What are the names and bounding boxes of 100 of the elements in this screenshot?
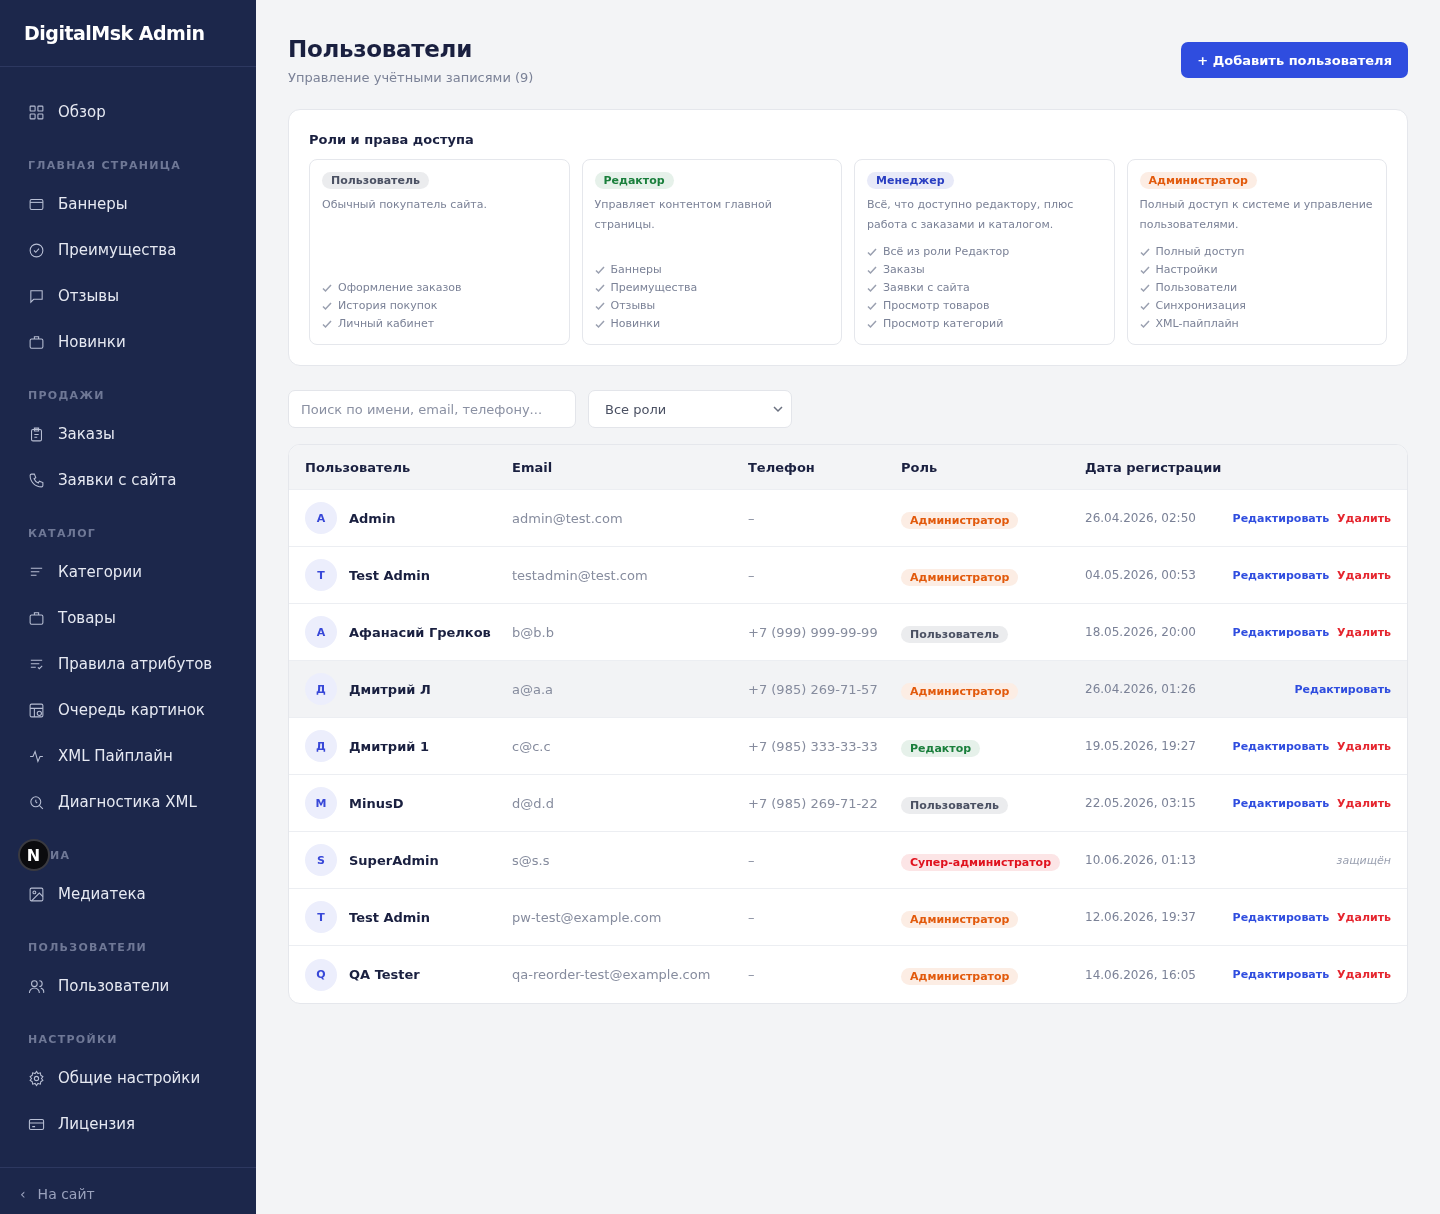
sidebar-item[interactable]: Лицензия: [0, 1101, 256, 1147]
check-icon: [1139, 283, 1150, 293]
phone-cell-text: +7 (985) 333-33-33: [748, 738, 879, 754]
email-cell-text: qa-reorder-test@example.com: [512, 967, 712, 982]
chevron-down-icon: [773, 404, 783, 414]
user-name: Дмитрий Л: [349, 681, 431, 697]
email-cell-text: testadmin@test.com: [512, 567, 649, 583]
delete-link[interactable]: Удалить: [1337, 796, 1391, 810]
protected-label: защищён: [1336, 853, 1391, 867]
sidebar-item[interactable]: Обзор: [0, 89, 256, 135]
table-row[interactable]: A Admin admin@test.com – Администратор 26.04.2026, 02:50 Редактировать Удалить: [289, 490, 1407, 547]
table-row[interactable]: Д Дмитрий Л a@a.a +7 (985) 269-71-57 Администратор 26.04.2026, 01:26 Редактировать: [289, 661, 1407, 718]
sidebar-item[interactable]: Заявки с сайта: [0, 457, 256, 503]
role-badge: Пользователь: [322, 172, 429, 189]
email-cell-text: a@a.a: [512, 681, 555, 697]
delete-link[interactable]: Удалить: [1337, 511, 1391, 525]
table-row[interactable]: M MinusD d@d.d +7 (985) 269-71-22 Пользователь 22.05.2026, 03:15 Редактировать Удалить: [289, 775, 1407, 832]
permission-item: Просмотр категорий: [883, 316, 1004, 332]
section-label: НАСТРОЙКИ: [28, 1032, 118, 1046]
edit-link[interactable]: Редактировать: [1232, 796, 1330, 810]
avatar: M: [305, 787, 337, 819]
briefcase-icon: [28, 333, 45, 351]
role-badge: Редактор: [901, 739, 981, 757]
edit-link[interactable]: Редактировать: [1232, 625, 1330, 639]
sidebar-item[interactable]: Пользователи: [0, 963, 256, 1009]
date-cell: 12.06.2026, 19:37: [1085, 910, 1196, 924]
sidebar-item[interactable]: XML Пайплайн: [0, 733, 256, 779]
sidebar-item[interactable]: Новинки: [0, 319, 256, 365]
sidebar-item[interactable]: Отзывы: [0, 273, 256, 319]
layout-icon: [28, 701, 45, 719]
section-label: ИА: [50, 848, 71, 862]
role-filter-select[interactable]: Все роли: [588, 390, 792, 428]
page-title: Пользователи: [288, 36, 473, 62]
chat-bubble-icon: [28, 287, 45, 305]
role-description: Обычный покупатель сайта.: [322, 197, 488, 213]
sidebar-item[interactable]: Диагностика XML: [0, 779, 256, 825]
section-label: ГЛАВНАЯ СТРАНИЦА: [28, 158, 182, 172]
grid-icon: [28, 103, 45, 121]
sidebar-item[interactable]: Баннеры: [0, 181, 256, 227]
permission-item: Заявки с сайта: [883, 280, 970, 296]
column-header: Дата регистрации: [1085, 459, 1223, 475]
edit-link[interactable]: Редактировать: [1232, 511, 1330, 525]
table-row[interactable]: S SuperAdmin s@s.s – Супер-администратор 10.06.2026, 01:13 защищён: [289, 832, 1407, 889]
role-badge: Администратор: [901, 910, 1019, 928]
delete-link[interactable]: Удалить: [1337, 910, 1391, 924]
avatar: S: [305, 844, 337, 876]
sidebar-item[interactable]: Очередь картинок: [0, 687, 256, 733]
avatar: T: [305, 901, 337, 933]
user-name: Test Admin: [349, 567, 431, 583]
user-name: SuperAdmin: [349, 852, 439, 868]
table-row[interactable]: Q QA Tester qa-reorder-test@example.com – Администратор 14.06.2026, 16:05 Редактировать Удалить: [289, 946, 1407, 1003]
delete-link[interactable]: Удалить: [1337, 968, 1391, 981]
app-logo: DigitalMsk Admin: [0, 0, 256, 67]
edit-link[interactable]: Редактировать: [1232, 568, 1330, 582]
table-row[interactable]: Д Дмитрий 1 c@c.c +7 (985) 333-33-33 Редактор 19.05.2026, 19:27 Редактировать Удалить: [289, 718, 1407, 775]
phone-cell-text: –: [748, 567, 756, 583]
column-header: Роль: [901, 459, 939, 475]
sidebar-item[interactable]: Заказы: [0, 411, 256, 457]
permission-item: Полный доступ: [1155, 244, 1245, 260]
search-field[interactable]: Поиск по имени, email, телефону...: [288, 390, 576, 428]
edit-link[interactable]: Редактировать: [1232, 968, 1330, 981]
role-description: Управляет контентом главной страницы.: [594, 197, 773, 233]
role-badge: Администратор: [901, 568, 1019, 586]
date-cell: 22.05.2026, 03:15: [1085, 796, 1196, 810]
avatar: T: [305, 559, 337, 591]
role-badge: Менеджер: [867, 172, 954, 189]
edit-link[interactable]: Редактировать: [1232, 910, 1330, 924]
permission-item: XML-пайплайн: [1155, 316, 1239, 332]
sidebar-item[interactable]: Правила атрибутов: [0, 641, 256, 687]
section-label: ПОЛЬЗОВАТЕЛИ: [28, 940, 148, 954]
phone-icon: [28, 471, 45, 489]
date-cell: 14.06.2026, 16:05: [1085, 967, 1196, 982]
user-name: Test Admin: [349, 909, 431, 925]
edit-link[interactable]: Редактировать: [1294, 682, 1391, 696]
permission-item: Всё из роли Редактор: [883, 244, 1010, 260]
check-icon: [594, 301, 605, 311]
table-row[interactable]: T Test Admin pw-test@example.com – Администратор 12.06.2026, 19:37 Редактировать Удалить: [289, 889, 1407, 946]
column-header: Телефон: [748, 459, 816, 475]
check-icon: [1139, 319, 1150, 329]
back-link[interactable]: ‹ На сайт: [0, 1167, 256, 1214]
sidebar-item[interactable]: Медиатека: [0, 871, 256, 917]
email-cell-text: b@b.b: [512, 624, 555, 640]
check-icon: [594, 283, 605, 293]
edit-link[interactable]: Редактировать: [1232, 739, 1330, 753]
clipboard-icon: [28, 425, 45, 443]
delete-link[interactable]: Удалить: [1337, 739, 1391, 753]
add-user-button[interactable]: + Добавить пользователя: [1181, 42, 1408, 78]
delete-link[interactable]: Удалить: [1337, 568, 1391, 582]
email-cell-text: pw-test@example.com: [512, 909, 663, 925]
sidebar-item[interactable]: Преимущества: [0, 227, 256, 273]
permission-item: Личный кабинет: [338, 316, 435, 332]
delete-link[interactable]: Удалить: [1337, 625, 1391, 639]
sidebar-item[interactable]: Общие настройки: [0, 1055, 256, 1101]
dev-badge[interactable]: N: [18, 839, 50, 871]
sidebar-item[interactable]: Категории: [0, 549, 256, 595]
user-name: Дмитрий 1: [349, 738, 429, 754]
check-icon: [1139, 301, 1150, 311]
table-row[interactable]: T Test Admin testadmin@test.com – Администратор 04.05.2026, 00:53 Редактировать Удалить: [289, 547, 1407, 604]
sidebar-item[interactable]: Товары: [0, 595, 256, 641]
user-name: QA Tester: [349, 967, 420, 982]
